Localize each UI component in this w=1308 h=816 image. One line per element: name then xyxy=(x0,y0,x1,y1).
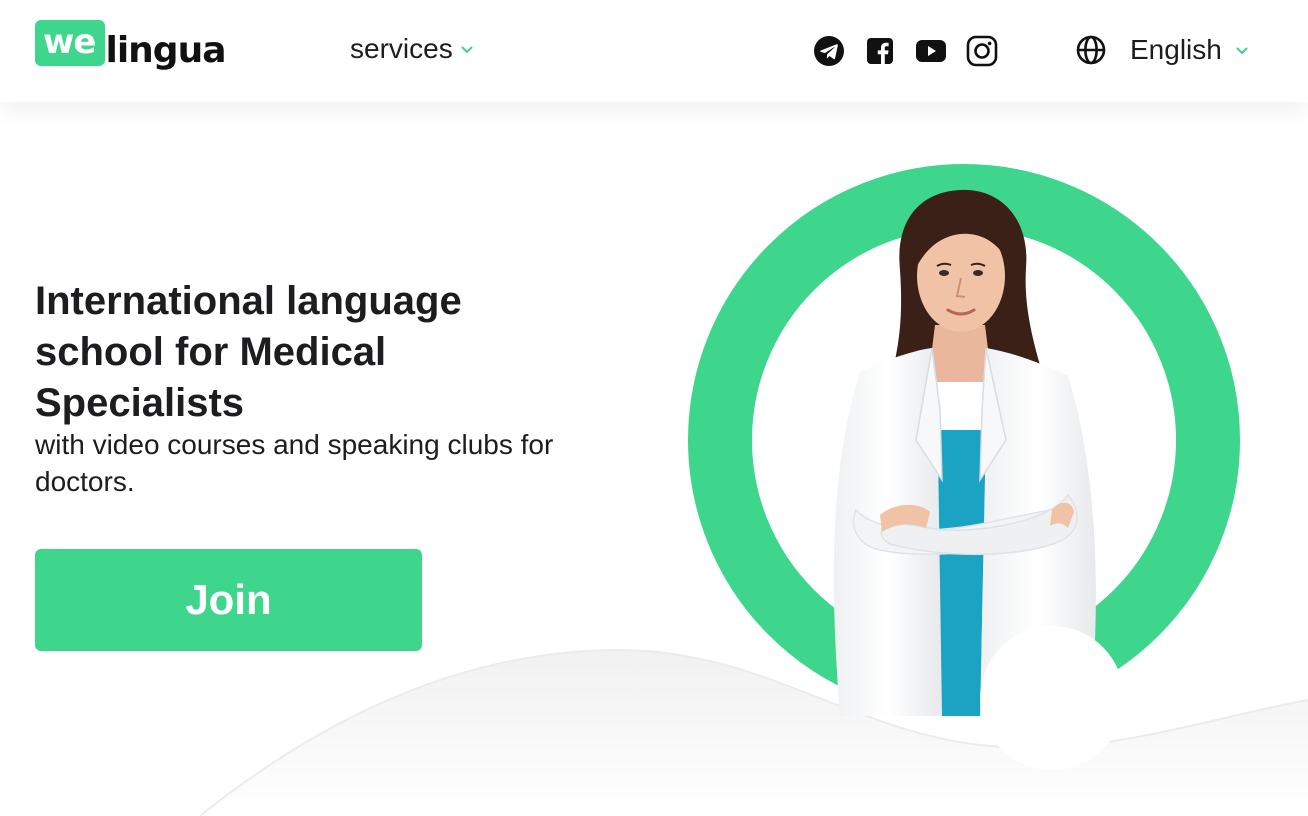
language-selector[interactable]: English xyxy=(1074,33,1248,67)
chevron-down-icon xyxy=(1236,42,1248,60)
logo-lingua: lingua xyxy=(105,30,226,71)
chevron-down-icon xyxy=(461,41,473,59)
logo[interactable]: we lingua xyxy=(35,20,226,76)
language-label: English xyxy=(1130,34,1222,65)
youtube-icon[interactable] xyxy=(914,34,948,68)
instagram-icon[interactable] xyxy=(965,34,999,68)
doctor-portrait xyxy=(688,164,1240,770)
site-header: we lingua services English xyxy=(0,0,1308,102)
facebook-icon[interactable] xyxy=(863,34,897,68)
hero-title: International language school for Medica… xyxy=(35,279,462,425)
globe-icon xyxy=(1074,33,1108,67)
services-dropdown[interactable]: services xyxy=(350,33,473,65)
logo-we: we xyxy=(35,20,106,66)
social-links xyxy=(812,34,999,68)
join-button[interactable]: Join xyxy=(35,549,422,651)
hero-subtitle: with video courses and speaking clubs fo… xyxy=(35,429,554,497)
decor-circle xyxy=(980,626,1124,770)
telegram-icon[interactable] xyxy=(812,34,846,68)
services-label: services xyxy=(350,33,453,64)
